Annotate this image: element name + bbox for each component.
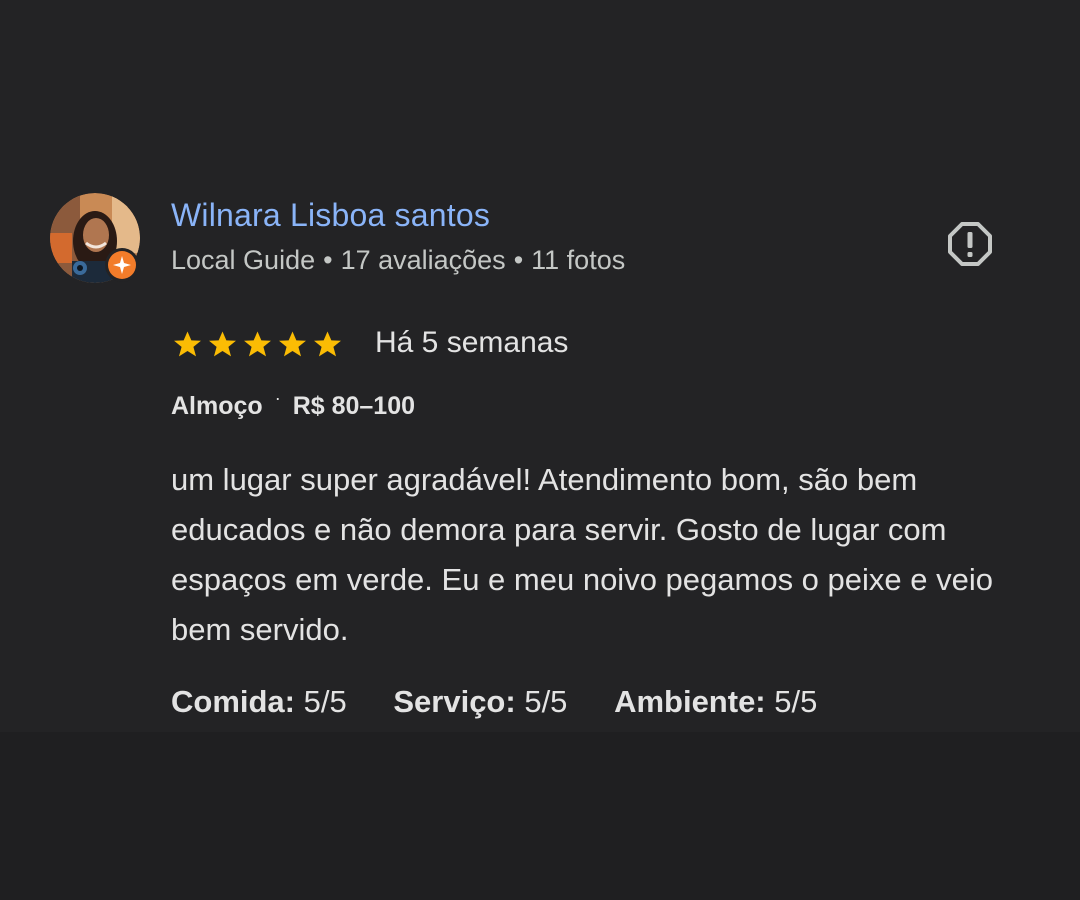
reviewer-level: Local Guide: [171, 245, 316, 275]
report-flag-icon[interactable]: [946, 220, 994, 268]
rating-label: Ambiente:: [614, 684, 766, 719]
rating-service: Serviço: 5/5: [393, 684, 567, 720]
price-range: R$ 80–100: [292, 392, 416, 420]
reviewer-name[interactable]: Wilnara Lisboa santos: [171, 197, 490, 234]
page-background: [0, 732, 1080, 900]
star-icon: [279, 331, 306, 357]
meal-info: Almoço · R$ 80–100: [171, 388, 416, 421]
reviews-count: 17 avaliações: [340, 245, 506, 275]
meal-type: Almoço: [171, 392, 263, 420]
detailed-ratings: Comida: 5/5 Serviço: 5/5 Ambiente: 5/5: [171, 684, 855, 720]
meta-separator: •: [323, 245, 333, 275]
review-text: um lugar super agradável! Atendimento bo…: [171, 462, 993, 647]
rating-value: 5/5: [774, 684, 818, 719]
local-guide-star-icon: [113, 256, 131, 274]
star-icon: [209, 331, 236, 357]
avatar[interactable]: [50, 193, 140, 283]
rating-value: 5/5: [303, 684, 347, 719]
rating-value: 5/5: [524, 684, 568, 719]
star-icon: [174, 331, 201, 357]
star-icon: [314, 331, 341, 357]
rating-label: Comida:: [171, 684, 295, 719]
meta-separator: •: [513, 245, 524, 275]
rating-ambience: Ambiente: 5/5: [614, 684, 817, 720]
rating-food: Comida: 5/5: [171, 684, 347, 720]
star-rating: [171, 328, 344, 361]
review-card: Wilnara Lisboa santos Local Guide • 17 ava…: [0, 0, 1080, 732]
meal-separator: ·: [274, 388, 281, 408]
local-guide-badge: [105, 248, 139, 282]
photos-count: 11 fotos: [531, 245, 626, 275]
reviewer-meta: Local Guide • 17 avaliações • 11 fotos: [171, 245, 625, 276]
review-time: Há 5 semanas: [375, 326, 569, 359]
rating-label: Serviço:: [393, 684, 516, 719]
star-icon: [244, 331, 271, 357]
